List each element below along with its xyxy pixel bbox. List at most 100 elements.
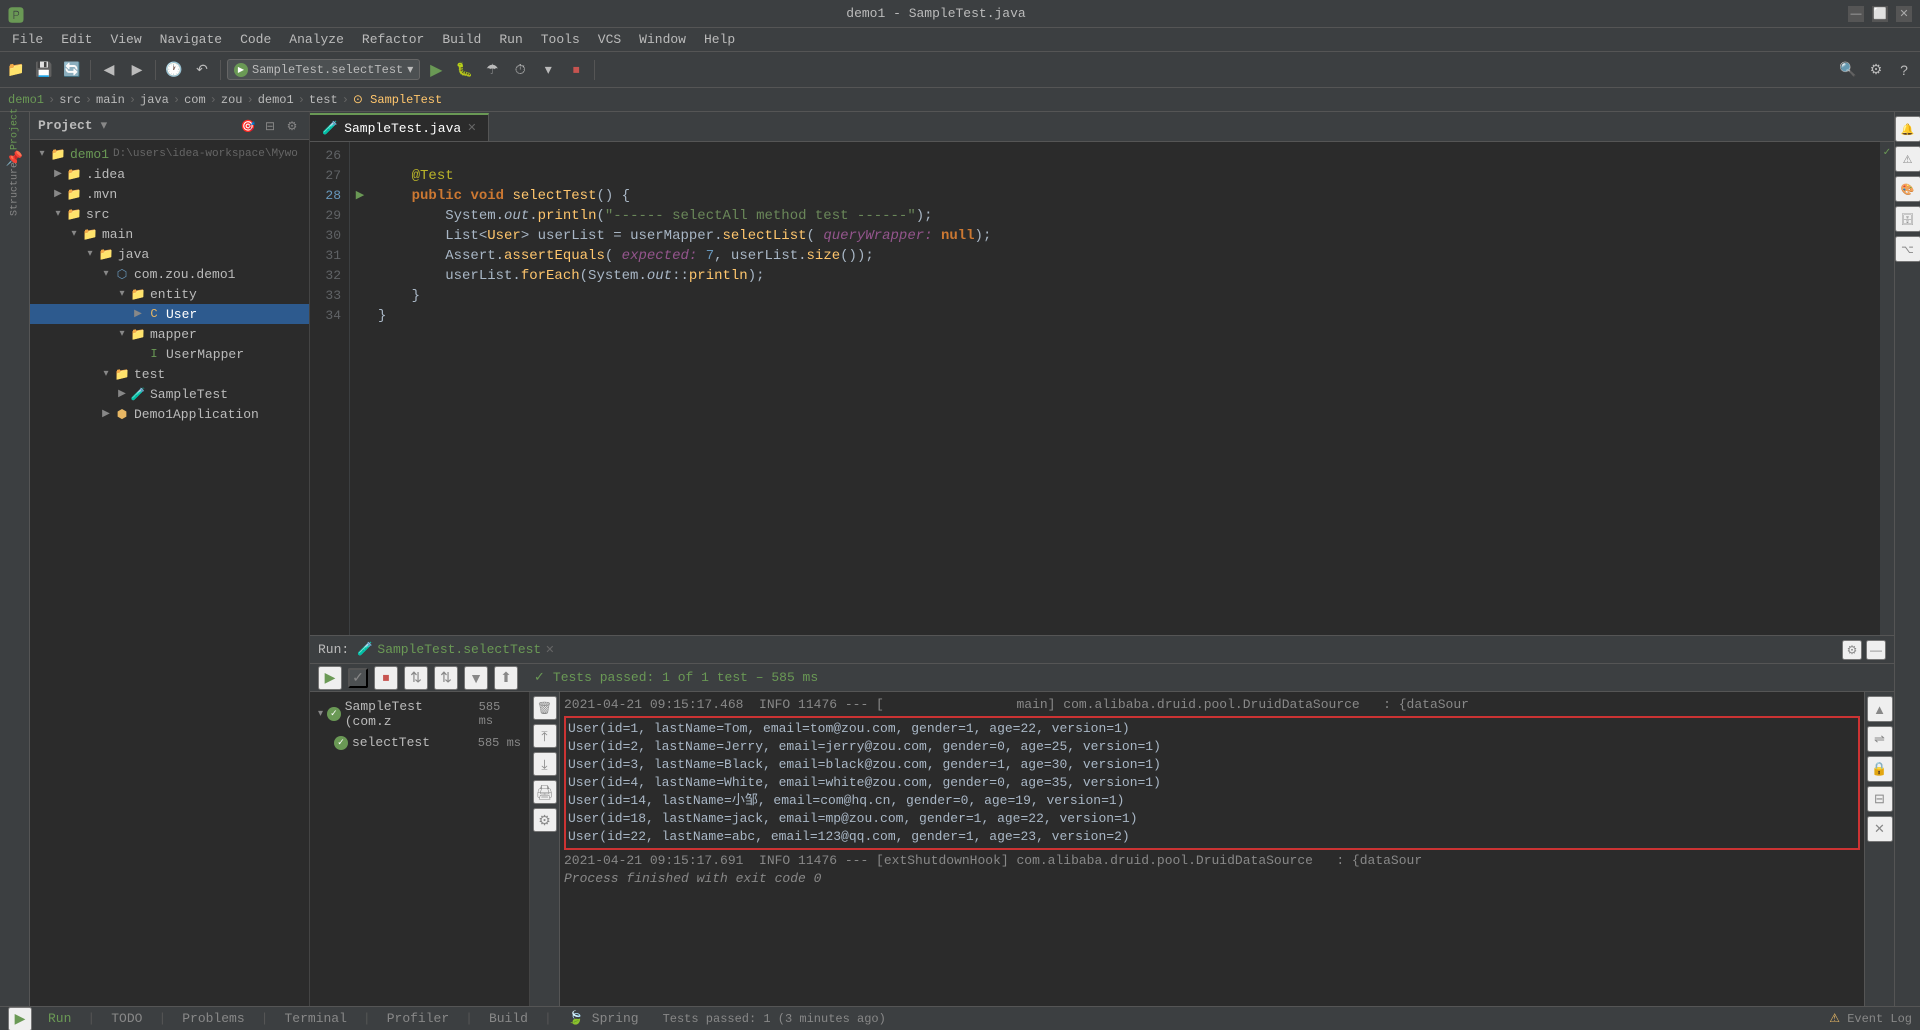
help-button[interactable]: ? [1892, 58, 1916, 82]
save-button[interactable]: 💾 [32, 58, 56, 82]
status-spring[interactable]: 🍃 Spring [568, 1011, 639, 1026]
maximize-button[interactable]: ⬜ [1872, 6, 1888, 22]
breadcrumb-test[interactable]: test [309, 93, 338, 107]
close-console-button[interactable]: ✕ [1867, 816, 1893, 842]
database-button[interactable]: 🗄 [1895, 206, 1920, 232]
git-button[interactable]: ⌥ [1895, 236, 1920, 262]
menu-edit[interactable]: Edit [53, 30, 100, 49]
coverage-button[interactable]: ☂ [480, 58, 504, 82]
tree-item-main[interactable]: ▾ 📁 main [30, 224, 309, 244]
project-tab[interactable]: Project [2, 116, 28, 142]
stop-run-button[interactable]: ⏹ [374, 666, 398, 690]
tree-item-demo1app[interactable]: ▶ ⬢ Demo1Application [30, 404, 309, 424]
menu-help[interactable]: Help [696, 30, 743, 49]
menu-code[interactable]: Code [232, 30, 279, 49]
status-run-button[interactable]: ▶ [8, 1007, 32, 1030]
undo-button[interactable]: ↶ [190, 58, 214, 82]
minimize-button[interactable]: — [1848, 6, 1864, 22]
breadcrumb-sample-test[interactable]: ⊙ SampleTest [353, 92, 442, 107]
scroll-lock-button[interactable]: 🔒 [1867, 756, 1893, 782]
console-scroll-bottom-button[interactable]: ⤓ [533, 752, 557, 776]
soft-wrap-button[interactable]: ⇌ [1867, 726, 1893, 752]
menu-tools[interactable]: Tools [533, 30, 588, 49]
recent-files-button[interactable]: 🕐 [162, 58, 186, 82]
tree-item-user[interactable]: ▶ C User [30, 304, 309, 324]
breadcrumb-main[interactable]: main [96, 93, 125, 107]
tree-item-idea[interactable]: ▶ 📁 .idea [30, 164, 309, 184]
run-again-button[interactable]: ▶ [318, 666, 342, 690]
test-item-selecttest[interactable]: ✓ selectTest 585 ms [310, 732, 529, 753]
locate-file-button[interactable]: 🎯 [239, 117, 257, 135]
tree-item-java[interactable]: ▾ 📁 java [30, 244, 309, 264]
tab-sample-test[interactable]: 🧪 SampleTest.java ✕ [310, 113, 489, 141]
status-problems[interactable]: Problems [182, 1011, 244, 1026]
console-print-button[interactable]: 🖨 [533, 780, 557, 804]
breadcrumb-com[interactable]: com [184, 93, 206, 107]
tree-item-entity[interactable]: ▾ 📁 entity [30, 284, 309, 304]
menu-file[interactable]: File [4, 30, 51, 49]
status-profiler[interactable]: Profiler [387, 1011, 449, 1026]
breadcrumb-zou[interactable]: zou [221, 93, 243, 107]
notifications-button[interactable]: 🔔 [1895, 116, 1920, 142]
tree-item-test[interactable]: ▾ 📁 test [30, 364, 309, 384]
breadcrumb-src[interactable]: src [59, 93, 81, 107]
test-item-sampletest[interactable]: ▾ ✓ SampleTest (com.z 585 ms [310, 696, 529, 732]
status-build[interactable]: Build [489, 1011, 528, 1026]
status-terminal[interactable]: Terminal [284, 1011, 346, 1026]
breadcrumb-demo1[interactable]: demo1 [258, 93, 294, 107]
search-everywhere-button[interactable]: 🔍 [1836, 58, 1860, 82]
tree-item-sampletest[interactable]: ▶ 🧪 SampleTest [30, 384, 309, 404]
breadcrumb-project[interactable]: demo1 [8, 93, 44, 107]
console-scroll-top-button[interactable]: ⤒ [533, 724, 557, 748]
tree-item-src[interactable]: ▾ 📁 src [30, 204, 309, 224]
tree-item-mapper[interactable]: ▾ 📁 mapper [30, 324, 309, 344]
menu-build[interactable]: Build [434, 30, 489, 49]
collapse-all-button[interactable]: ⊟ [261, 117, 279, 135]
sidebar-settings-button[interactable]: ⚙ [283, 117, 301, 135]
filter-console-button[interactable]: ⊟ [1867, 786, 1893, 812]
debug-button[interactable]: 🐛 [452, 58, 476, 82]
sort-button[interactable]: ⇅ [404, 666, 428, 690]
menu-run[interactable]: Run [491, 30, 530, 49]
filter-button[interactable]: ▼ [464, 666, 488, 690]
settings-button[interactable]: ⚙ [1864, 58, 1888, 82]
problems-icon-button[interactable]: ⚠ [1895, 146, 1920, 172]
forward-button[interactable]: ▶ [125, 58, 149, 82]
menu-window[interactable]: Window [631, 30, 694, 49]
sidebar-dropdown-icon[interactable]: ▾ [101, 118, 108, 133]
breadcrumb-java[interactable]: java [140, 93, 169, 107]
run-tab[interactable]: 🧪 SampleTest.selectTest ✕ [357, 642, 554, 657]
open-file-button[interactable]: 📁 [4, 58, 28, 82]
menu-vcs[interactable]: VCS [590, 30, 629, 49]
run-panel-settings-button[interactable]: ⚙ [1842, 640, 1862, 660]
profile-button[interactable]: ⏱ [508, 58, 532, 82]
fold-button[interactable]: ▲ [1867, 696, 1893, 722]
run-panel-minimize-button[interactable]: — [1866, 640, 1886, 660]
palette-button[interactable]: 🎨 [1895, 176, 1920, 202]
sync-button[interactable]: 🔄 [60, 58, 84, 82]
sort-alpha-button[interactable]: ⇅ [434, 666, 458, 690]
tree-item-usermapper[interactable]: I UserMapper [30, 344, 309, 364]
close-button[interactable]: ✕ [1896, 6, 1912, 22]
more-runners-button[interactable]: ▾ [536, 58, 560, 82]
tree-item-package[interactable]: ▾ ⬡ com.zou.demo1 [30, 264, 309, 284]
menu-navigate[interactable]: Navigate [152, 30, 230, 49]
rerun-failed-button[interactable]: ✓ [348, 668, 368, 688]
menu-view[interactable]: View [102, 30, 149, 49]
console-clear-button[interactable]: 🗑 [533, 696, 557, 720]
event-log-button[interactable]: ⚠ Event Log [1829, 1011, 1912, 1026]
tab-close-button[interactable]: ✕ [467, 121, 476, 135]
back-button[interactable]: ◀ [97, 58, 121, 82]
run-tab-close[interactable]: ✕ [545, 643, 554, 657]
structure-icon[interactable]: Structure [2, 176, 28, 202]
export-button[interactable]: ⬆ [494, 666, 518, 690]
run-config-dropdown[interactable]: ▶ SampleTest.selectTest ▾ [227, 59, 420, 80]
run-button[interactable]: ▶ [424, 58, 448, 82]
status-todo[interactable]: TODO [111, 1011, 142, 1026]
console-settings-button[interactable]: ⚙ [533, 808, 557, 832]
tree-item-mvn[interactable]: ▶ 📁 .mvn [30, 184, 309, 204]
menu-analyze[interactable]: Analyze [281, 30, 352, 49]
tree-item-demo1[interactable]: ▾ 📁 demo1 D:\users\idea-workspace\Mywo [30, 144, 309, 164]
stop-button[interactable]: ⏹ [564, 58, 588, 82]
menu-refactor[interactable]: Refactor [354, 30, 432, 49]
